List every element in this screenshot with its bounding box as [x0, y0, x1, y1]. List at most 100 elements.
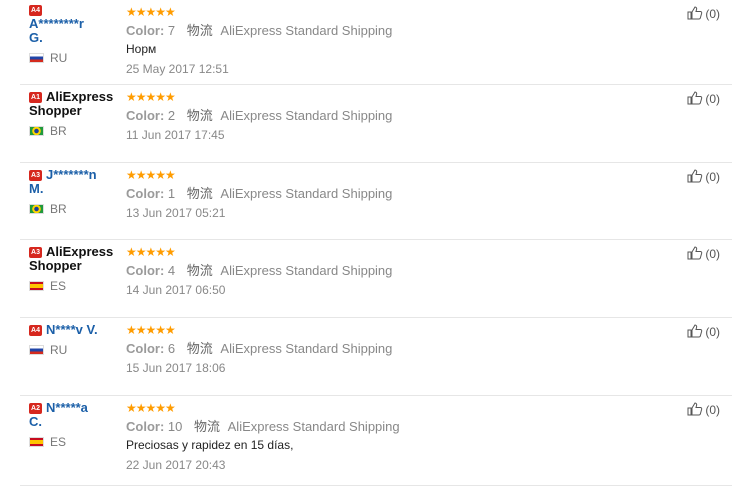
- order-info: Color: 6 物流 AliExpress Standard Shipping: [126, 341, 646, 356]
- reviewer-info: A2 N*****a C. ES: [29, 401, 129, 449]
- helpful-button[interactable]: (0): [687, 6, 720, 21]
- thumbs-up-icon: [687, 324, 703, 338]
- helpful-count: (0): [705, 170, 720, 184]
- review-date: 22 Jun 2017 20:43: [126, 458, 226, 472]
- helpful-button[interactable]: (0): [687, 324, 720, 339]
- thumbs-up-icon: [687, 6, 703, 20]
- country-code: BR: [50, 124, 67, 138]
- review-list: A4 A********r G. RU ★★★★★ Color: 7 物流 Ali…: [0, 0, 750, 494]
- shipping-method: AliExpress Standard Shipping: [220, 108, 393, 123]
- order-info: Color: 10 物流 AliExpress Standard Shippin…: [126, 419, 646, 434]
- review-date: 15 Jun 2017 18:06: [126, 361, 226, 375]
- review-content: ★★★★★ Color: 2 物流 AliExpress Standard Sh…: [126, 90, 646, 142]
- order-info: Color: 2 物流 AliExpress Standard Shipping: [126, 108, 646, 123]
- star-rating: ★★★★★: [126, 401, 176, 415]
- reviewer-country: ES: [29, 279, 129, 293]
- color-value: 1: [167, 186, 176, 201]
- review-content: ★★★★★ Color: 7 物流 AliExpress Standard Sh…: [126, 5, 646, 76]
- country-flag-icon: [29, 281, 44, 291]
- reviewer-name: AliExpress: [46, 244, 114, 259]
- star-rating: ★★★★★: [126, 90, 176, 104]
- country-code: BR: [50, 202, 67, 216]
- reviewer-name-block: A1 AliExpress Shopper: [29, 90, 129, 118]
- shipping-method: AliExpress Standard Shipping: [220, 186, 393, 201]
- buyer-level-badge: A2: [29, 403, 42, 414]
- color-label: Color:: [126, 23, 165, 38]
- reviewer-country: BR: [29, 202, 129, 216]
- buyer-level-badge: A4: [29, 325, 42, 336]
- reviewer-name-line2[interactable]: M.: [29, 181, 43, 196]
- review-date: 25 May 2017 12:51: [126, 62, 229, 76]
- review-item: A2 N*****a C. ES ★★★★★ Color: 10 物流 AliEx…: [20, 396, 732, 486]
- country-flag-icon: [29, 204, 44, 214]
- star-rating: ★★★★★: [126, 5, 176, 19]
- review-date: 13 Jun 2017 05:21: [126, 206, 226, 220]
- helpful-button[interactable]: (0): [687, 169, 720, 184]
- color-value: 2: [167, 108, 176, 123]
- review-item: A4 A********r G. RU ★★★★★ Color: 7 物流 Ali…: [20, 0, 732, 85]
- country-flag-icon: [29, 345, 44, 355]
- color-label: Color:: [126, 108, 165, 123]
- reviewer-name-line2[interactable]: G.: [29, 30, 43, 45]
- helpful-count: (0): [705, 325, 720, 339]
- shipping-method: AliExpress Standard Shipping: [220, 341, 393, 356]
- star-rating: ★★★★★: [126, 168, 176, 182]
- reviewer-country: RU: [29, 343, 129, 357]
- order-info: Color: 1 物流 AliExpress Standard Shipping: [126, 186, 646, 201]
- color-label: Color:: [126, 419, 165, 434]
- country-flag-icon: [29, 53, 44, 63]
- helpful-button[interactable]: (0): [687, 402, 720, 417]
- reviewer-info: A1 AliExpress Shopper BR: [29, 90, 129, 138]
- order-info: Color: 7 物流 AliExpress Standard Shipping: [126, 23, 646, 38]
- review-item: A4 N****v V. RU ★★★★★ Color: 6 物流 AliExpr…: [20, 318, 732, 396]
- color-label: Color:: [126, 186, 165, 201]
- helpful-count: (0): [705, 403, 720, 417]
- reviewer-info: A4 N****v V. RU: [29, 323, 129, 357]
- helpful-button[interactable]: (0): [687, 246, 720, 261]
- review-content: ★★★★★ Color: 4 物流 AliExpress Standard Sh…: [126, 245, 646, 297]
- review-date: 11 Jun 2017 17:45: [126, 128, 225, 142]
- review-item: A3 J*******n M. BR ★★★★★ Color: 1 物流 AliE…: [20, 163, 732, 240]
- star-rating: ★★★★★: [126, 245, 176, 259]
- color-value: 7: [167, 23, 176, 38]
- reviewer-name-block: A2 N*****a C.: [29, 401, 129, 429]
- country-flag-icon: [29, 437, 44, 447]
- logistics-label: 物流: [186, 341, 213, 356]
- reviewer-name-line2: Shopper: [29, 103, 82, 118]
- review-text: Норм: [126, 42, 157, 56]
- reviewer-info: A4 A********r G. RU: [29, 5, 129, 65]
- helpful-count: (0): [705, 92, 720, 106]
- thumbs-up-icon: [687, 91, 703, 105]
- country-code: RU: [50, 51, 68, 65]
- reviewer-name[interactable]: A********r: [29, 16, 84, 31]
- color-value: 6: [167, 341, 176, 356]
- helpful-count: (0): [705, 7, 720, 21]
- color-value: 4: [167, 263, 176, 278]
- logistics-label: 物流: [186, 263, 213, 278]
- buyer-level-badge: A3: [29, 247, 42, 258]
- reviewer-info: A3 J*******n M. BR: [29, 168, 129, 216]
- reviewer-name-line2[interactable]: C.: [29, 414, 42, 429]
- review-item: A3 AliExpress Shopper ES ★★★★★ Color: 4 物…: [20, 240, 732, 318]
- reviewer-name-block: A3 AliExpress Shopper: [29, 245, 129, 273]
- country-flag-icon: [29, 126, 44, 136]
- review-date: 14 Jun 2017 06:50: [126, 283, 226, 297]
- reviewer-name[interactable]: N*****a: [46, 400, 88, 415]
- country-code: RU: [50, 343, 68, 357]
- country-code: ES: [50, 435, 67, 449]
- logistics-label: 物流: [186, 23, 213, 38]
- reviewer-name-line2: Shopper: [29, 258, 82, 273]
- review-content: ★★★★★ Color: 1 物流 AliExpress Standard Sh…: [126, 168, 646, 220]
- logistics-label: 物流: [194, 419, 221, 434]
- thumbs-up-icon: [687, 246, 703, 260]
- reviewer-name[interactable]: J*******n: [46, 167, 97, 182]
- shipping-method: AliExpress Standard Shipping: [227, 419, 400, 434]
- reviewer-name-block: A3 J*******n M.: [29, 168, 129, 196]
- reviewer-name-block: A4 A********r G.: [29, 5, 129, 45]
- order-info: Color: 4 物流 AliExpress Standard Shipping: [126, 263, 646, 278]
- thumbs-up-icon: [687, 402, 703, 416]
- helpful-button[interactable]: (0): [687, 91, 720, 106]
- reviewer-info: A3 AliExpress Shopper ES: [29, 245, 129, 293]
- reviewer-name[interactable]: N****v V.: [46, 322, 98, 337]
- review-item: A1 AliExpress Shopper BR ★★★★★ Color: 2 物…: [20, 85, 732, 163]
